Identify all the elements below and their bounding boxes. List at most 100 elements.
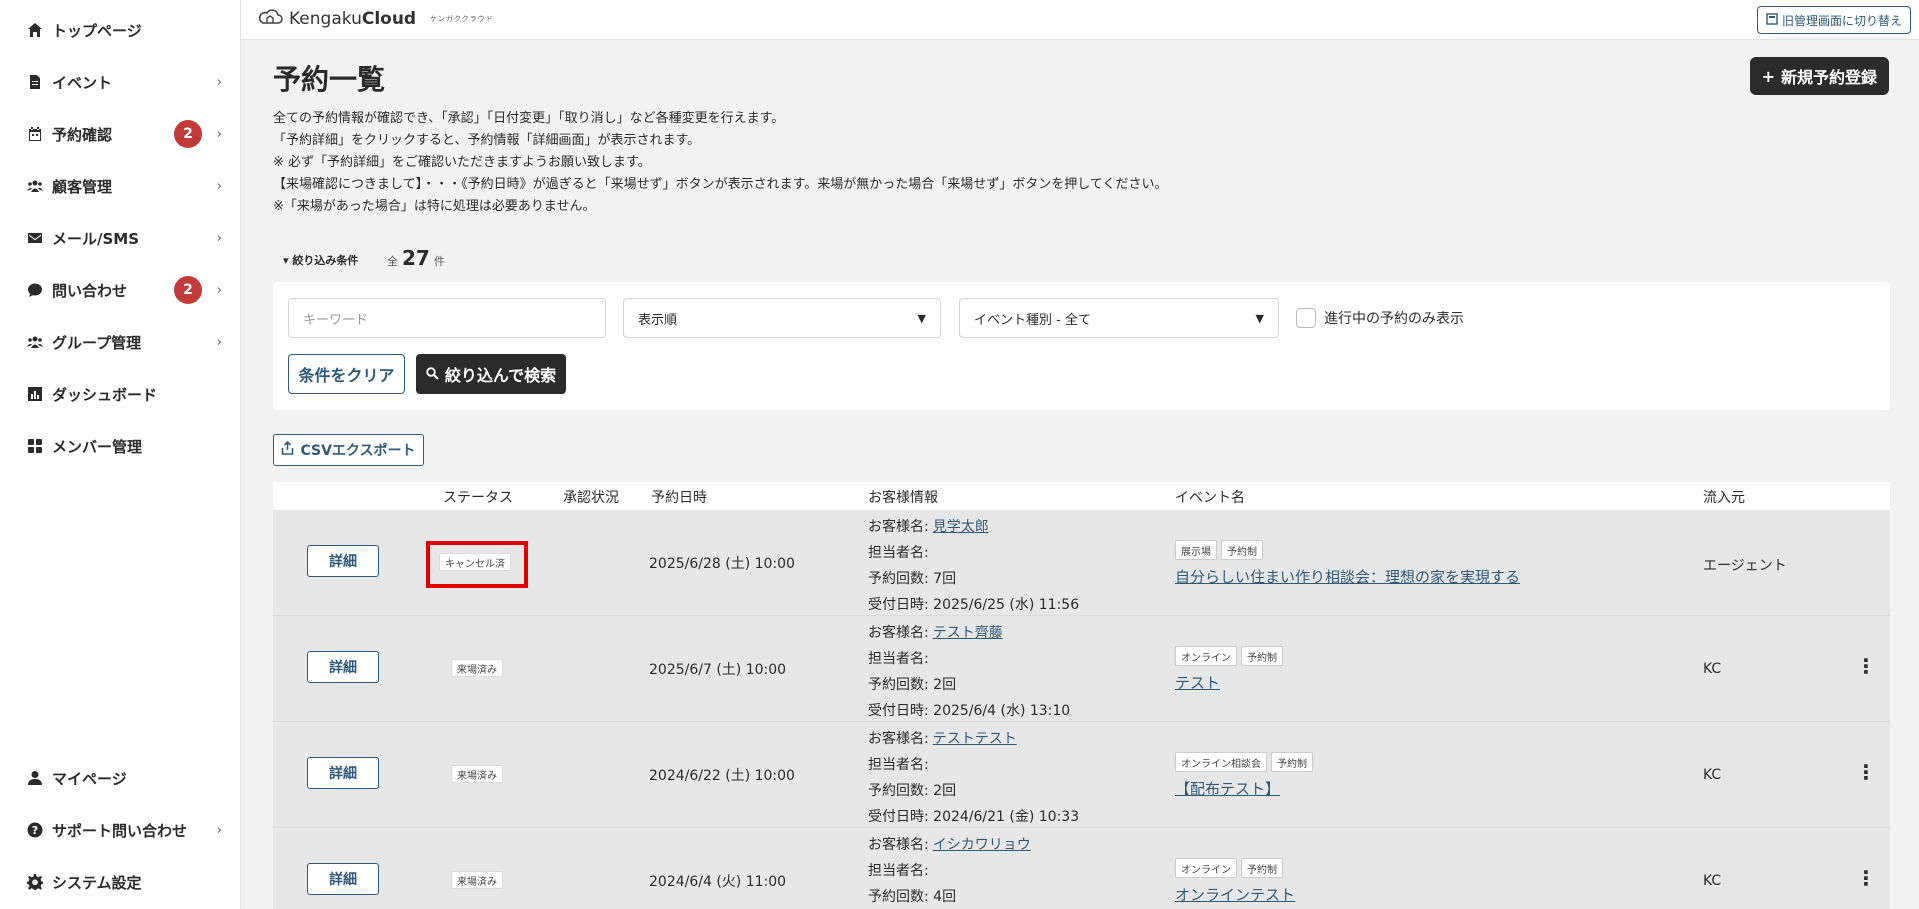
result-count: 全 27 件 <box>387 246 445 270</box>
keyword-input[interactable]: キーワード <box>288 298 606 338</box>
table-header: ステータス 承認状況 予約日時 お客様情報 イベント名 流入元 <box>273 482 1890 510</box>
cloud-icon <box>257 9 283 29</box>
switch-old-admin-button[interactable]: 旧管理画面に切り替え <box>1756 6 1911 34</box>
filter-toggle[interactable]: ▾ 絞り込み条件 <box>283 252 358 268</box>
source: KC <box>1703 767 1722 783</box>
notification-badge: 2 <box>174 276 202 304</box>
event-name-link[interactable]: テスト <box>1175 672 1220 693</box>
reservation-date: 2025/6/28 (土) 10:00 <box>649 556 795 572</box>
event-tag: オンライン相談会 <box>1175 752 1267 772</box>
page-description: 全ての予約情報が確認でき、「承認」「日付変更」「取り消し」など各種変更を行えます… <box>273 108 1168 218</box>
detail-button[interactable]: 詳細 <box>307 757 379 789</box>
staff-name: 担当者名: <box>868 545 929 561</box>
sidebar-item-mail[interactable]: メール/SMS › <box>26 221 222 255</box>
sidebar: トップページ イベント › 予約確認 2 › 顧客管理 › メール/SMS › … <box>0 0 241 909</box>
app-logo[interactable]: KengakuCloud ケンガククラウド <box>257 9 494 29</box>
clear-filters-button[interactable]: 条件をクリア <box>288 354 405 394</box>
event-tags: 展示場 予約制 <box>1175 540 1263 560</box>
customer-info: お客様名: イシカワリョウ 担当者名: 予約回数: 4回 <box>868 832 1031 909</box>
home-icon <box>26 21 44 39</box>
sidebar-item-dashboard[interactable]: ダッシュボード <box>26 377 222 411</box>
header-source: 流入元 <box>1703 490 1745 506</box>
event-name-link[interactable]: 自分らしい住まい作り相談会：理想の家を実現する <box>1175 566 1520 587</box>
visit-count: 予約回数: 7回 <box>868 571 957 587</box>
chevron-right-icon: › <box>216 822 222 838</box>
main-content: 予約一覧 + 新規予約登録 全ての予約情報が確認でき、「承認」「日付変更」「取り… <box>241 40 1919 909</box>
filter-panel: キーワード 表示順 ▼ イベント種別 - 全て ▼ 進行中の予約のみ表示 条件を… <box>273 282 1890 410</box>
sidebar-item-groups[interactable]: グループ管理 › <box>26 325 222 359</box>
more-menu-icon[interactable]: ⋮ <box>1856 868 1876 888</box>
event-tag: 予約制 <box>1271 752 1313 772</box>
customer-name-link[interactable]: テスト齊藤 <box>933 625 1003 641</box>
sort-select-value: 表示順 <box>638 312 678 328</box>
chevron-right-icon: › <box>216 126 222 142</box>
customer-name-link[interactable]: 見学太郎 <box>933 519 989 535</box>
event-name-link[interactable]: オンラインテスト <box>1175 884 1295 905</box>
status-badge: 来場済み <box>451 871 503 889</box>
sidebar-item-support[interactable]: ? サポート問い合わせ › <box>26 813 222 847</box>
sidebar-item-settings[interactable]: システム設定 <box>26 865 222 899</box>
search-button-label: 絞り込んで検索 <box>444 366 557 385</box>
sidebar-item-label: メール/SMS <box>52 229 140 248</box>
help-icon: ? <box>26 821 44 839</box>
export-icon <box>281 440 294 459</box>
only-active-checkbox[interactable]: 進行中の予約のみ表示 <box>1296 308 1464 328</box>
chevron-right-icon: › <box>216 282 222 298</box>
customer-name-link[interactable]: イシカワリョウ <box>933 837 1031 853</box>
received-date: 受付日時: 2025/6/25 (水) 11:56 <box>868 597 1080 613</box>
detail-button[interactable]: 詳細 <box>307 651 379 683</box>
sidebar-item-members[interactable]: メンバー管理 <box>26 429 222 463</box>
sidebar-item-inquiries[interactable]: 問い合わせ 2 › <box>26 273 222 307</box>
calendar-icon <box>26 125 44 143</box>
grid-icon <box>26 437 44 455</box>
source: KC <box>1703 873 1722 889</box>
sidebar-item-label: グループ管理 <box>52 333 142 352</box>
description-line: 全ての予約情報が確認でき、「承認」「日付変更」「取り消し」など各種変更を行えます… <box>273 111 785 126</box>
switch-icon <box>1766 12 1778 28</box>
sidebar-item-customers[interactable]: 顧客管理 › <box>26 169 222 203</box>
received-date: 受付日時: 2024/6/21 (金) 10:33 <box>868 809 1080 825</box>
sidebar-item-label: システム設定 <box>52 873 142 892</box>
table-row: 詳細 来場済み 2025/6/7 (土) 10:00 お客様名: テスト齊藤 担当… <box>273 616 1890 722</box>
sidebar-item-mypage[interactable]: マイページ <box>26 761 222 795</box>
new-reservation-button[interactable]: + 新規予約登録 <box>1749 57 1889 95</box>
event-tags: オンライン 予約制 <box>1175 646 1283 666</box>
sidebar-item-label: メンバー管理 <box>52 437 143 456</box>
more-menu-icon[interactable]: ⋮ <box>1856 762 1876 782</box>
event-tag: オンライン <box>1175 646 1237 666</box>
users-icon <box>26 177 44 195</box>
event-type-select[interactable]: イベント種別 - 全て ▼ <box>959 298 1279 338</box>
description-line: 【来場確認につきまして】・・・《予約日時》が過ぎると「来場せず」ボタンが表示され… <box>273 177 1168 192</box>
filter-toggle-label: 絞り込み条件 <box>292 254 359 267</box>
checkbox-box[interactable] <box>1296 308 1316 328</box>
count-suffix: 件 <box>433 255 445 268</box>
source: エージェント <box>1703 558 1787 574</box>
header-date: 予約日時 <box>651 490 707 506</box>
group-icon <box>26 333 44 351</box>
customer-info: お客様名: テストテスト 担当者名: 予約回数: 2回 受付日時: 2024/6/… <box>868 726 1079 830</box>
detail-button[interactable]: 詳細 <box>307 863 379 895</box>
received-date: 受付日時: 2025/6/4 (水) 13:10 <box>868 703 1071 719</box>
sidebar-item-event[interactable]: イベント › <box>26 65 222 99</box>
more-menu-icon[interactable]: ⋮ <box>1856 656 1876 676</box>
reservations-table: ステータス 承認状況 予約日時 お客様情報 イベント名 流入元 詳細 キャンセル… <box>273 482 1890 909</box>
csv-export-button[interactable]: CSVエクスポート <box>273 434 424 466</box>
chevron-down-icon: ▼ <box>917 311 926 325</box>
sidebar-item-top[interactable]: トップページ <box>26 13 222 47</box>
count-number: 27 <box>402 246 430 270</box>
status-badge: 来場済み <box>451 765 503 783</box>
event-tag: 予約制 <box>1241 646 1283 666</box>
event-tag: 予約制 <box>1241 858 1283 878</box>
customer-info: お客様名: テスト齊藤 担当者名: 予約回数: 2回 受付日時: 2025/6/4… <box>868 620 1070 724</box>
visit-count: 予約回数: 4回 <box>868 889 957 905</box>
brand-kana: ケンガククラウド <box>430 15 494 23</box>
sidebar-item-reservations[interactable]: 予約確認 2 › <box>26 117 222 151</box>
detail-button[interactable]: 詳細 <box>307 545 379 577</box>
new-reservation-label: 新規予約登録 <box>1780 68 1877 87</box>
event-name-link[interactable]: 【配布テスト】 <box>1175 778 1280 799</box>
search-button[interactable]: 絞り込んで検索 <box>416 354 566 394</box>
customer-name-link[interactable]: テストテスト <box>933 731 1017 747</box>
event-tags: オンライン 予約制 <box>1175 858 1283 878</box>
staff-name: 担当者名: <box>868 651 929 667</box>
sort-select[interactable]: 表示順 ▼ <box>623 298 941 338</box>
